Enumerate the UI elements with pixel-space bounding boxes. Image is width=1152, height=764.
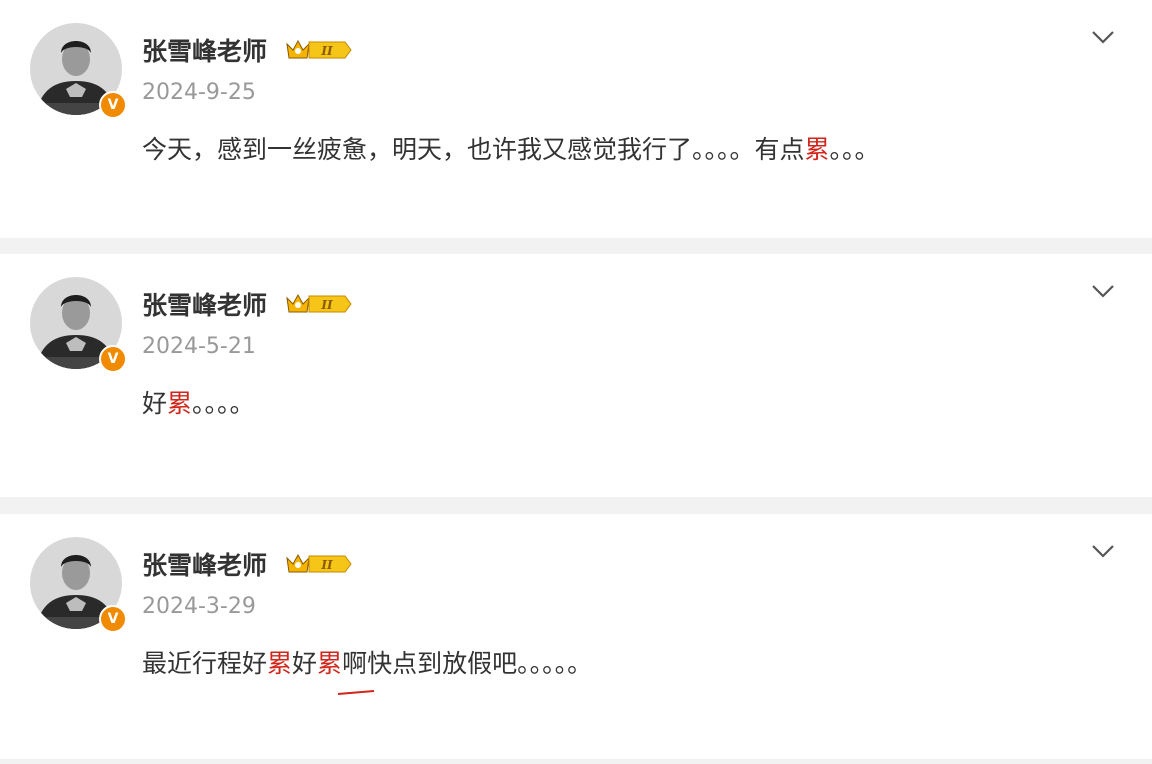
post-card: V 张雪峰老师 II 2024-9-25 今天，感到一丝疲惫，明天，也许我又感觉… — [0, 0, 1152, 238]
avatar[interactable]: V — [30, 277, 127, 373]
chevron-down-icon[interactable] — [1089, 541, 1117, 561]
content-highlight: 累 — [317, 649, 343, 678]
post-content: 最近行程好累好累啊快点到放假吧。。。。。 — [142, 644, 592, 680]
crown-rank-badge-icon[interactable]: II — [285, 36, 353, 64]
author-name[interactable]: 张雪峰老师 — [142, 286, 267, 322]
content-highlight: 累 — [267, 649, 293, 678]
crown-rank-badge-icon[interactable]: II — [285, 290, 353, 318]
avatar[interactable]: V — [30, 537, 127, 633]
rank-label: II — [320, 298, 333, 312]
crown-rank-badge-icon[interactable]: II — [285, 550, 353, 578]
verified-v-badge-icon: V — [99, 345, 127, 373]
rank-label: II — [320, 558, 333, 572]
content-text: 啊快点到放假吧。。。。。 — [342, 649, 593, 678]
content-text: 好 — [142, 389, 168, 418]
content-text: 。。。 — [829, 135, 880, 164]
chevron-down-icon[interactable] — [1089, 281, 1117, 301]
chevron-down-icon[interactable] — [1089, 27, 1117, 47]
content-text: 最近行程好 — [142, 649, 268, 678]
content-highlight: 累 — [804, 135, 830, 164]
post-content: 好累。。。。 — [142, 384, 255, 420]
content-text: 好 — [292, 649, 318, 678]
rank-label: II — [320, 44, 333, 58]
red-underline-mark — [337, 690, 375, 695]
verified-v-badge-icon: V — [99, 605, 127, 633]
post-date[interactable]: 2024-5-21 — [142, 334, 256, 359]
post-card: V 张雪峰老师 II 2024-5-21 好累。。。。 — [0, 254, 1152, 497]
post-date[interactable]: 2024-3-29 — [142, 594, 256, 619]
content-text: 今天，感到一丝疲惫，明天，也许我又感觉我行了。。。。有点 — [142, 135, 805, 164]
content-highlight: 累 — [167, 389, 193, 418]
author-name[interactable]: 张雪峰老师 — [142, 32, 267, 68]
post-card: V 张雪峰老师 II 2024-3-29 最近行程好累好累啊快点到放假吧。。。。… — [0, 514, 1152, 759]
avatar[interactable]: V — [30, 23, 127, 119]
weibo-feed: V 张雪峰老师 II 2024-9-25 今天，感到一丝疲惫，明天，也许我又感觉… — [0, 0, 1152, 764]
post-content: 今天，感到一丝疲惫，明天，也许我又感觉我行了。。。。有点累。。。 — [142, 130, 880, 166]
verified-v-badge-icon: V — [99, 91, 127, 119]
post-date[interactable]: 2024-9-25 — [142, 80, 256, 105]
content-text: 。。。。 — [192, 389, 255, 418]
author-name[interactable]: 张雪峰老师 — [142, 546, 267, 582]
